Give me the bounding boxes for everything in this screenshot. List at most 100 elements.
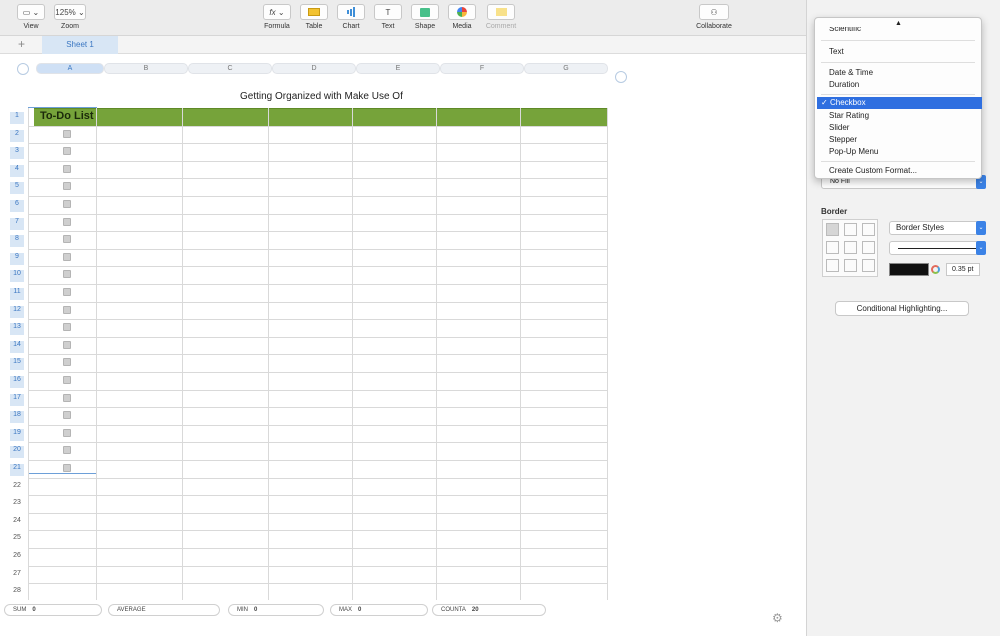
border-outer-icon[interactable] bbox=[862, 223, 875, 236]
table-button[interactable]: Table bbox=[300, 4, 328, 30]
line-style-arrow-icon[interactable]: ⌄ bbox=[976, 241, 986, 255]
checkbox[interactable] bbox=[63, 270, 71, 279]
column-header-d[interactable]: D bbox=[272, 63, 356, 74]
menu-item-star-rating[interactable]: Star Rating bbox=[829, 111, 869, 120]
checkbox[interactable] bbox=[63, 428, 71, 437]
row-number[interactable]: 7 bbox=[10, 217, 24, 230]
row-number[interactable]: 19 bbox=[10, 428, 24, 441]
border-inside-icon[interactable] bbox=[844, 223, 857, 236]
row-number[interactable]: 24 bbox=[8, 517, 26, 529]
checkbox[interactable] bbox=[63, 323, 71, 332]
row-number[interactable]: 12 bbox=[10, 305, 24, 318]
row-number[interactable]: 26 bbox=[8, 552, 26, 564]
menu-item-create-custom-format[interactable]: Create Custom Format... bbox=[829, 166, 917, 175]
column-header-g[interactable]: G bbox=[524, 63, 608, 74]
row-number[interactable]: 20 bbox=[10, 446, 24, 459]
menu-item-slider[interactable]: Slider bbox=[829, 123, 849, 132]
row-number[interactable]: 8 bbox=[10, 235, 24, 248]
column-header-f[interactable]: F bbox=[440, 63, 524, 74]
row-number[interactable]: 25 bbox=[8, 534, 26, 546]
row-number[interactable]: 11 bbox=[10, 288, 24, 300]
tab-sheet-1[interactable]: Sheet 1 bbox=[42, 36, 118, 54]
comment-button[interactable]: Comment bbox=[485, 4, 517, 30]
menu-item-checkbox[interactable]: ✓ Checkbox bbox=[817, 97, 982, 109]
border-color-well[interactable] bbox=[889, 263, 929, 276]
checkbox[interactable] bbox=[63, 358, 71, 367]
row-number[interactable]: 9 bbox=[10, 252, 24, 265]
checkbox[interactable] bbox=[63, 288, 71, 296]
border-horizontal-icon[interactable] bbox=[844, 259, 857, 272]
conditional-highlighting-button[interactable]: Conditional Highlighting... bbox=[835, 301, 969, 316]
border-bottom-icon[interactable] bbox=[862, 259, 875, 272]
column-header-a[interactable]: A bbox=[36, 63, 104, 74]
formula-button[interactable]: fx ⌄ Formula bbox=[261, 4, 293, 30]
column-header-b[interactable]: B bbox=[104, 63, 188, 74]
row-number[interactable]: 13 bbox=[10, 323, 24, 336]
border-left-icon[interactable] bbox=[826, 241, 839, 254]
collaborate-button[interactable]: ⚇ Collaborate bbox=[690, 4, 738, 30]
checkbox[interactable] bbox=[63, 252, 71, 261]
menu-item-duration[interactable]: Duration bbox=[829, 80, 859, 89]
checkbox[interactable] bbox=[63, 411, 71, 420]
row-number[interactable]: 16 bbox=[10, 376, 24, 388]
row-number[interactable]: 17 bbox=[10, 393, 24, 406]
row-number[interactable]: 23 bbox=[8, 499, 26, 511]
checkbox[interactable] bbox=[63, 129, 71, 138]
row-number[interactable]: 2 bbox=[10, 129, 24, 142]
border-styles-select[interactable]: Border Styles bbox=[889, 221, 985, 235]
border-line-style-select[interactable] bbox=[889, 241, 985, 255]
border-styles-arrow-icon[interactable]: ⌄ bbox=[976, 221, 986, 235]
border-right-icon[interactable] bbox=[862, 241, 875, 254]
border-all-icon[interactable] bbox=[826, 223, 839, 236]
color-wheel-icon[interactable] bbox=[931, 265, 940, 274]
header-row[interactable] bbox=[34, 108, 607, 126]
row-number[interactable]: 21 bbox=[10, 464, 24, 476]
row-number[interactable]: 6 bbox=[10, 200, 24, 212]
menu-item-stepper[interactable]: Stepper bbox=[829, 135, 857, 144]
column-header-c[interactable]: C bbox=[188, 63, 272, 74]
checkbox[interactable] bbox=[63, 305, 71, 314]
sum-stat[interactable]: SUM 0 bbox=[4, 604, 102, 616]
border-top-icon[interactable] bbox=[826, 259, 839, 272]
checkbox[interactable] bbox=[63, 340, 71, 349]
zoom-select[interactable]: 125% ⌄ bbox=[54, 4, 86, 20]
average-stat[interactable]: AVERAGE bbox=[108, 604, 220, 616]
border-vertical-icon[interactable] bbox=[844, 241, 857, 254]
text-button[interactable]: T Text bbox=[374, 4, 402, 30]
chart-button[interactable]: Chart bbox=[337, 4, 365, 30]
select-all-button[interactable] bbox=[17, 63, 29, 75]
max-stat[interactable]: MAX 0 bbox=[330, 604, 428, 616]
border-width-field[interactable]: 0.35 pt bbox=[946, 263, 980, 276]
min-stat[interactable]: MIN 0 bbox=[228, 604, 324, 616]
menu-item-text[interactable]: Text bbox=[829, 47, 844, 56]
column-header-e[interactable]: E bbox=[356, 63, 440, 74]
menu-item-popup-menu[interactable]: Pop-Up Menu bbox=[829, 147, 878, 156]
checkbox[interactable] bbox=[63, 164, 71, 173]
zoom-control[interactable]: 125% ⌄ Zoom bbox=[54, 4, 86, 30]
checkbox[interactable] bbox=[63, 217, 71, 226]
row-number[interactable]: 27 bbox=[8, 570, 26, 582]
view-icon[interactable]: ▭ ⌄ bbox=[17, 4, 45, 20]
view-control[interactable]: ▭ ⌄ View bbox=[16, 4, 46, 30]
row-number[interactable]: 15 bbox=[10, 358, 24, 371]
row-number[interactable]: 1 bbox=[10, 112, 24, 124]
checkbox[interactable] bbox=[63, 182, 71, 191]
checkbox[interactable] bbox=[63, 376, 71, 384]
checkbox[interactable] bbox=[63, 446, 71, 455]
row-number[interactable]: 18 bbox=[10, 411, 24, 424]
checkbox[interactable] bbox=[63, 235, 71, 244]
row-number[interactable]: 10 bbox=[10, 270, 24, 283]
add-sheet-button[interactable]: + bbox=[18, 37, 25, 51]
add-column-button[interactable] bbox=[615, 71, 627, 83]
row-number[interactable]: 5 bbox=[10, 182, 24, 195]
menu-item-scientific[interactable]: Scientific bbox=[829, 27, 861, 33]
checkbox[interactable] bbox=[63, 147, 71, 156]
row-number[interactable]: 28 bbox=[8, 587, 26, 599]
gear-icon[interactable]: ⚙ bbox=[772, 611, 783, 625]
checkbox[interactable] bbox=[63, 464, 71, 472]
shape-button[interactable]: Shape bbox=[411, 4, 439, 30]
menu-item-date-time[interactable]: Date & Time bbox=[829, 68, 873, 77]
checkbox[interactable] bbox=[63, 200, 71, 208]
row-number[interactable]: 3 bbox=[10, 147, 24, 160]
scroll-up-arrow-icon[interactable]: ▲ bbox=[895, 20, 902, 27]
